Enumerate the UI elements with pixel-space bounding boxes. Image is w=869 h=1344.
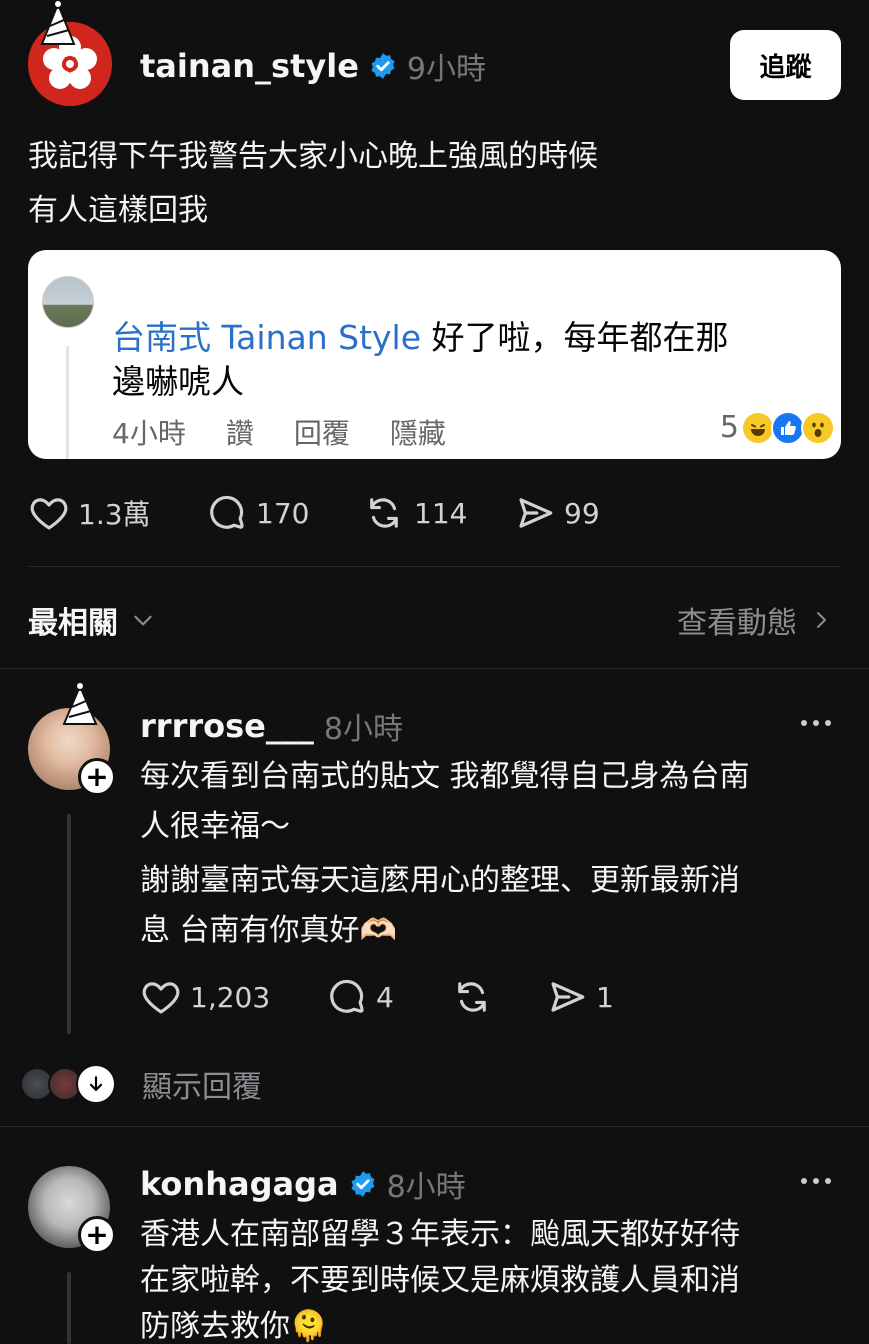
heart-icon — [30, 498, 68, 530]
comment-bubble-icon — [330, 979, 364, 1013]
comment-share-count: 1 — [596, 980, 614, 1014]
embedded-text-part: 好了啦，每年都在那 — [421, 318, 729, 357]
like-button[interactable]: 1.3萬 — [28, 492, 206, 534]
comment-like-count: 1,203 — [190, 980, 271, 1014]
party-hat-icon — [40, 0, 76, 45]
comment-text-line: 息 台南有你真好🫶🏻 — [140, 913, 397, 948]
post-text-line: 有人這樣回我 — [28, 193, 208, 228]
embedded-text-part: 邊嚇唬人 — [112, 362, 244, 401]
embedded-avatar — [42, 276, 94, 328]
comment-reply-button[interactable]: 4 — [326, 976, 450, 1018]
commenter-username[interactable]: konhagaga — [140, 1165, 339, 1203]
comment-timestamp: 8小時 — [323, 712, 403, 747]
post-author-username[interactable]: tainan_style — [140, 47, 359, 85]
thread-line — [67, 814, 71, 1034]
repost-icon — [370, 498, 398, 528]
comment-timestamp: 8小時 — [386, 1170, 466, 1205]
view-activity-link[interactable]: 查看動態 — [677, 598, 833, 642]
verified-badge-icon — [351, 1171, 375, 1197]
party-hat-icon — [62, 682, 98, 725]
follow-plus-button[interactable]: + — [78, 1216, 116, 1254]
repost-count: 114 — [414, 496, 468, 530]
sort-label: 最相關 — [28, 606, 118, 641]
more-options-icon[interactable] — [798, 1170, 834, 1192]
comment-text-line: 謝謝臺南式每天這麼用心的整理、更新最新消 — [140, 863, 740, 898]
chevron-down-icon — [134, 615, 152, 626]
like-count: 1.3萬 — [78, 498, 151, 531]
comment-count: 170 — [256, 496, 310, 530]
sort-dropdown[interactable]: 最相關 — [28, 598, 156, 642]
embedded-meta: 4小時 讚 回覆 隱藏 — [112, 412, 486, 452]
post-author-avatar[interactable] — [28, 0, 112, 106]
repost-icon — [458, 982, 486, 1012]
post-text-line: 我記得下午我警告大家小心晚上強風的時候 — [28, 139, 598, 174]
send-icon — [519, 498, 553, 528]
embedded-time: 4小時 — [112, 417, 186, 450]
comment-text-line: 在家啦幹，不要到時候又是麻煩救護人員和消 — [140, 1263, 740, 1298]
comment-bubble-icon — [210, 495, 244, 529]
more-options-icon[interactable] — [798, 712, 834, 734]
embedded-like: 讚 — [225, 417, 254, 450]
divider — [28, 566, 841, 567]
comment-like-button[interactable]: 1,203 — [140, 976, 326, 1018]
verified-badge-icon — [371, 53, 395, 79]
share-count: 99 — [564, 496, 600, 530]
thread-line — [67, 1272, 71, 1344]
embedded-reply: 回覆 — [293, 417, 350, 450]
send-icon — [551, 982, 585, 1012]
comment-share-button[interactable]: 1 — [546, 976, 614, 1018]
post-body: 我記得下午我警告大家小心晚上強風的時候 有人這樣回我 — [28, 130, 598, 238]
comment-body: 香港人在南部留學３年表示：颱風天都好好待 在家啦幹，不要到時候又是麻煩救護人員和… — [140, 1210, 850, 1344]
commenter-username[interactable]: rrrrose___ — [140, 707, 314, 745]
arrow-down-icon — [76, 1064, 116, 1104]
embedded-comment-text: 台南式 Tainan Style 好了啦，每年都在那 邊嚇唬人 — [112, 316, 822, 404]
divider — [0, 668, 869, 669]
follow-plus-button[interactable]: + — [78, 758, 116, 796]
comment-repost-button[interactable] — [450, 976, 546, 1018]
share-button[interactable]: 99 — [514, 492, 600, 534]
laugh-reaction-icon — [741, 410, 775, 445]
comment-text-line: 防隊去救你🫠 — [140, 1309, 328, 1344]
embedded-reaction-count: 5 — [719, 410, 739, 445]
repost-button[interactable]: 114 — [362, 492, 514, 534]
comment-reply-count: 4 — [376, 980, 394, 1014]
comment-text-line: 香港人在南部留學３年表示：颱風天都好好待 — [140, 1217, 740, 1252]
comment-button[interactable]: 170 — [206, 492, 362, 534]
like-reaction-icon — [771, 410, 805, 445]
comment-body: 每次看到台南式的貼文 我都覺得自己身為台南 人很幸福～ 謝謝臺南式每天這麼用心的… — [140, 752, 850, 956]
show-replies-label: 顯示回覆 — [142, 1070, 262, 1105]
comment-text-line: 人很幸福～ — [140, 809, 290, 844]
heart-icon — [142, 982, 180, 1014]
chevron-right-icon — [817, 612, 826, 628]
wow-reaction-icon — [801, 410, 835, 445]
embedded-author-name: 台南式 Tainan Style — [112, 318, 422, 357]
comment-text-line: 每次看到台南式的貼文 我都覺得自己身為台南 — [140, 759, 750, 794]
embedded-reactions: 5 — [720, 410, 835, 445]
embedded-comment-image[interactable]: 台南式 Tainan Style 好了啦，每年都在那 邊嚇唬人 4小時 讚 回覆… — [28, 250, 841, 459]
show-replies-row[interactable]: 顯示回覆 — [20, 1062, 262, 1106]
post-timestamp: 9小時 — [406, 52, 486, 87]
view-activity-label: 查看動態 — [677, 606, 797, 641]
follow-button[interactable]: 追蹤 — [730, 30, 841, 100]
embedded-hide: 隱藏 — [389, 417, 446, 450]
embedded-thread-line — [66, 346, 69, 459]
divider — [0, 1126, 869, 1127]
